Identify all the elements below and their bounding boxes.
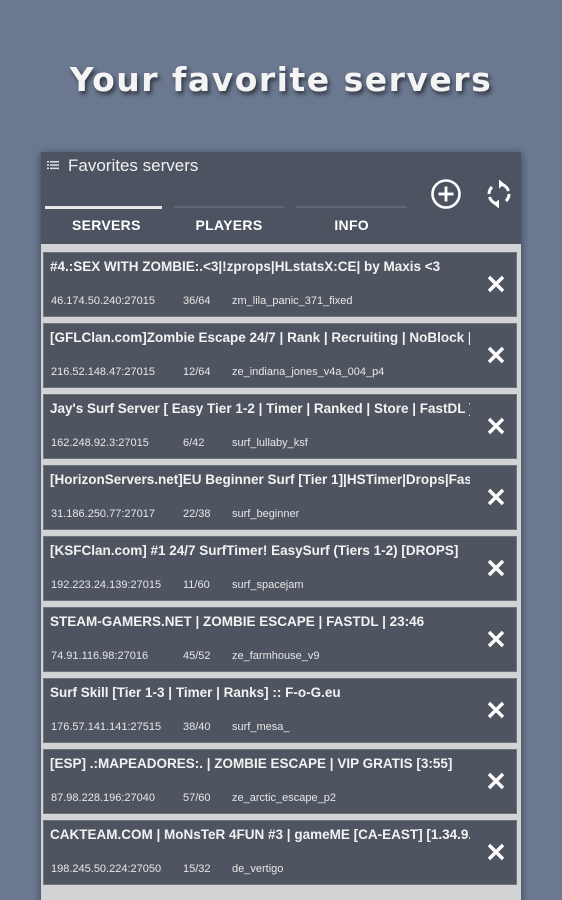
close-icon[interactable] [486,487,506,507]
server-row[interactable]: #4.:SEX WITH ZOMBIE:.<3|!zprops|HLstatsX… [43,252,517,317]
app-bar: Favorites servers SERVERS PLAYERS INFO [41,152,521,244]
tab-servers[interactable]: SERVERS [45,204,168,238]
close-icon[interactable] [486,345,506,365]
server-row[interactable]: CAKTEAM.COM | MoNsTeR 4FUN #3 | gameME [… [43,820,517,885]
server-player-count: 12/64 [183,366,211,378]
server-address: 162.248.92.3:27015 [51,437,149,449]
server-name: [KSFClan.com] #1 24/7 SurfTimer! EasySur… [50,543,459,558]
server-name: [HorizonServers.net]EU Beginner Surf [Ti… [50,472,470,487]
server-map: surf_spacejam [232,579,304,591]
server-name: Jay's Surf Server [ Easy Tier 1-2 | Time… [50,401,470,416]
app-window: Favorites servers SERVERS PLAYERS INFO #… [41,152,521,900]
server-address: 87.98.228.196:27040 [51,792,155,804]
tab-info[interactable]: INFO [290,204,413,238]
server-row[interactable]: [GFLClan.com]Zombie Escape 24/7 | Rank |… [43,323,517,388]
server-row[interactable]: [ESP] .:MAPEADORES:. | ZOMBIE ESCAPE | V… [43,749,517,814]
server-address: 192.223.24.139:27015 [51,579,162,591]
close-icon[interactable] [486,842,506,862]
server-map: zm_lila_panic_371_fixed [232,295,353,307]
server-map: ze_indiana_jones_v4a_004_p4 [232,366,385,378]
refresh-button[interactable] [481,176,517,212]
server-name: CAKTEAM.COM | MoNsTeR 4FUN #3 | gameME [… [50,827,470,842]
add-server-button[interactable] [428,176,464,212]
server-player-count: 45/52 [183,650,211,662]
refresh-icon [487,179,511,209]
list-menu-icon[interactable] [47,160,59,170]
server-map: surf_lullaby_ksf [232,437,308,449]
server-map: ze_farmhouse_v9 [232,650,320,662]
server-row[interactable]: STEAM-GAMERS.NET | ZOMBIE ESCAPE | FASTD… [43,607,517,672]
server-map: surf_mesa_ [232,721,290,733]
close-icon[interactable] [486,416,506,436]
server-row[interactable]: [HorizonServers.net]EU Beginner Surf [Ti… [43,465,517,530]
server-player-count: 38/40 [183,721,211,733]
server-name: STEAM-GAMERS.NET | ZOMBIE ESCAPE | FASTD… [50,614,425,629]
close-icon[interactable] [486,771,506,791]
server-address: 198.245.50.224:27050 [51,863,162,875]
close-icon[interactable] [486,274,506,294]
headline: Your favorite servers [69,60,493,99]
server-player-count: 36/64 [183,295,211,307]
server-address: 176.57.141.141:27515 [51,721,162,733]
server-address: 46.174.50.240:27015 [51,295,155,307]
server-address: 216.52.148.47:27015 [51,366,155,378]
server-list: #4.:SEX WITH ZOMBIE:.<3|!zprops|HLstatsX… [41,244,521,891]
server-player-count: 22/38 [183,508,211,520]
close-icon[interactable] [486,629,506,649]
server-map: de_vertigo [232,863,284,875]
add-circle-icon [431,179,461,209]
close-icon[interactable] [486,558,506,578]
server-map: surf_beginner [232,508,300,520]
server-name: Surf Skill [Tier 1-3 | Timer | Ranks] ::… [50,685,341,700]
tab-bar: SERVERS PLAYERS INFO [45,204,413,238]
server-name: [ESP] .:MAPEADORES:. | ZOMBIE ESCAPE | V… [50,756,453,771]
server-player-count: 11/60 [183,579,210,591]
server-row[interactable]: Jay's Surf Server [ Easy Tier 1-2 | Time… [43,394,517,459]
app-bar-title: Favorites servers [68,156,199,175]
server-address: 31.186.250.77:27017 [51,508,155,520]
server-row[interactable]: [KSFClan.com] #1 24/7 SurfTimer! EasySur… [43,536,517,601]
server-address: 74.91.116.98:27016 [51,650,149,662]
server-map: ze_arctic_escape_p2 [232,792,336,804]
tab-players[interactable]: PLAYERS [168,204,291,238]
server-player-count: 57/60 [183,792,211,804]
server-player-count: 6/42 [183,437,205,449]
server-name: [GFLClan.com]Zombie Escape 24/7 | Rank |… [50,330,470,345]
server-player-count: 15/32 [183,863,211,875]
server-row[interactable]: Surf Skill [Tier 1-3 | Timer | Ranks] ::… [43,678,517,743]
server-name: #4.:SEX WITH ZOMBIE:.<3|!zprops|HLstatsX… [50,259,441,274]
close-icon[interactable] [486,700,506,720]
